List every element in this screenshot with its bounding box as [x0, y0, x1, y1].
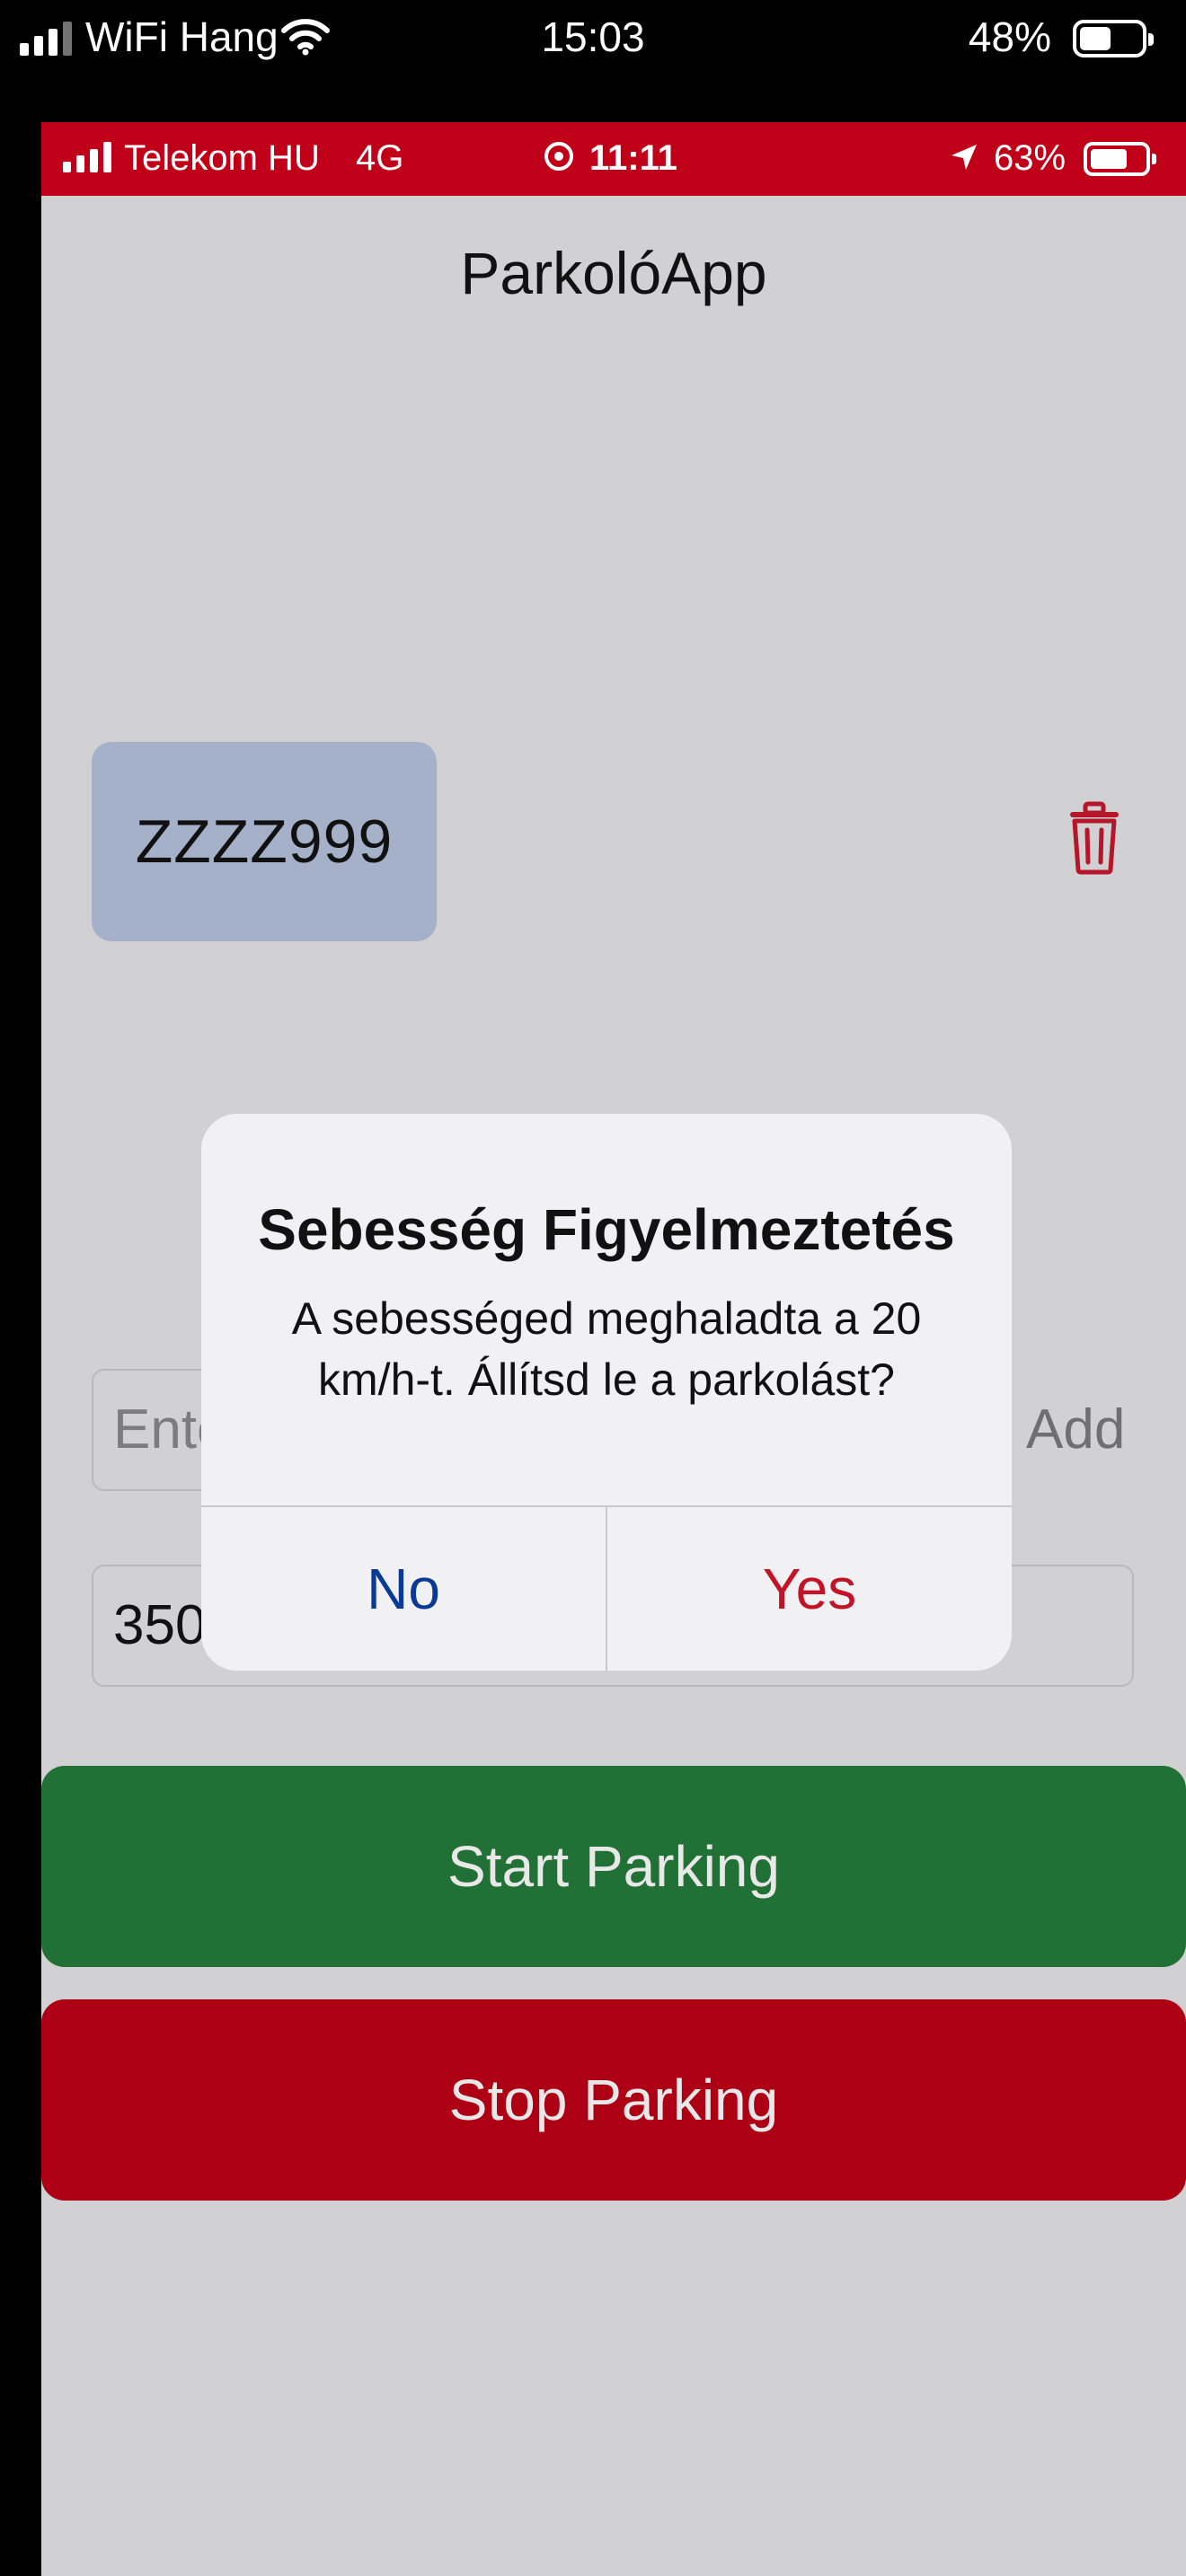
inner-carrier: Telekom HU — [124, 138, 320, 178]
speed-warning-alert: Sebesség Figyelmeztetés A sebességed meg… — [201, 1114, 1012, 1671]
app-screen: Telekom HU 4G 11:11 63% ParkolóApp ZZZZ9… — [41, 122, 1186, 2576]
outer-battery-percent: 48% — [968, 13, 1051, 60]
inner-battery-percent: 63% — [994, 138, 1067, 178]
inner-network: 4G — [356, 138, 404, 178]
inner-clock: 11:11 — [589, 138, 677, 178]
location-arrow-icon — [949, 142, 979, 177]
trash-icon[interactable] — [1067, 801, 1121, 879]
battery-icon — [1084, 142, 1156, 176]
alert-yes-button[interactable]: Yes — [607, 1507, 1012, 1671]
battery-icon — [1073, 20, 1154, 57]
plate-card[interactable]: ZZZZ999 — [92, 742, 437, 941]
signal-icon — [63, 142, 111, 172]
record-icon — [544, 142, 573, 171]
start-parking-button[interactable]: Start Parking — [41, 1766, 1186, 1967]
alert-no-button[interactable]: No — [201, 1507, 606, 1671]
outer-status-bar: WiFi Hang 15:03 48% — [0, 0, 1186, 81]
alert-message: A sebességed meghaladta a 20 km/h-t. Áll… — [291, 1293, 922, 1405]
add-button[interactable]: Add — [1026, 1398, 1125, 1461]
inner-status-bar: Telekom HU 4G 11:11 63% — [41, 122, 1186, 196]
stop-parking-button[interactable]: Stop Parking — [41, 1999, 1186, 2201]
alert-title: Sebesség Figyelmeztetés — [258, 1197, 955, 1262]
page-title: ParkolóApp — [460, 240, 767, 306]
